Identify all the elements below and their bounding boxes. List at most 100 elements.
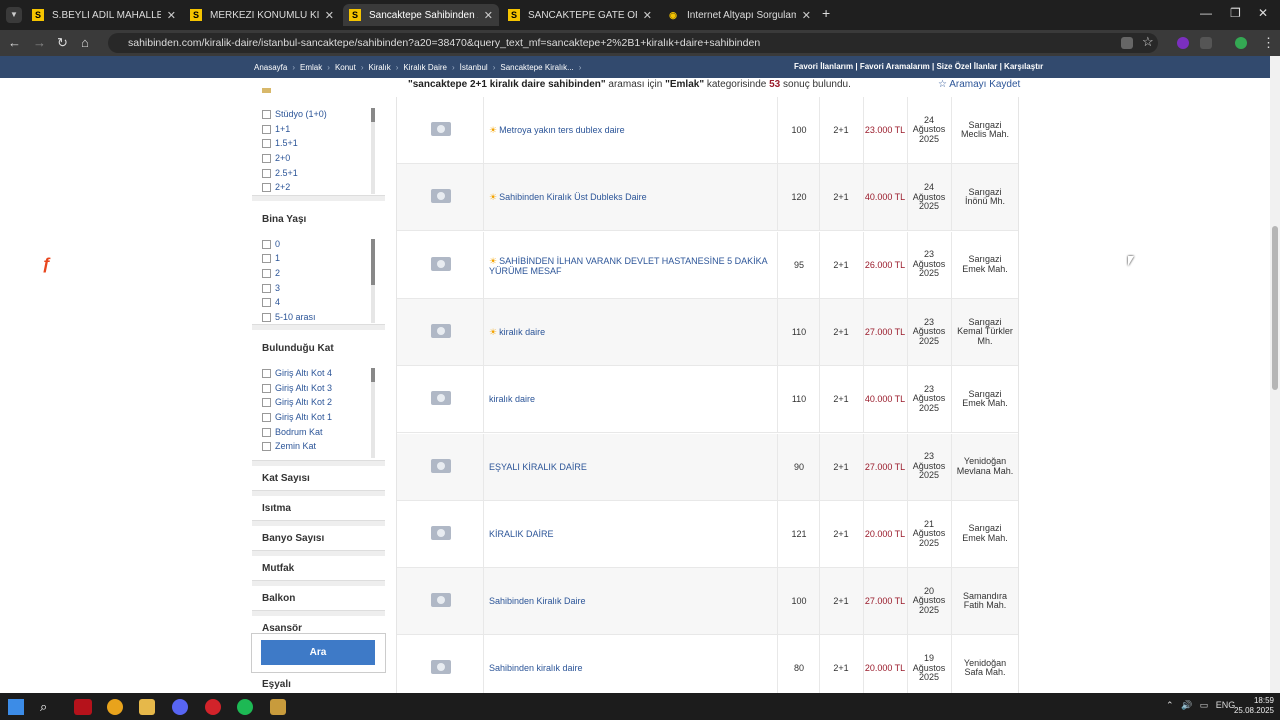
checkbox[interactable] [262,153,271,163]
checkbox[interactable] [262,182,271,192]
listing-title-link[interactable]: ☀ Sahibinden Kiralık Üst Dubleks Daire [489,192,774,202]
filter-section-collapsed[interactable]: Isıtma [252,496,385,521]
back-arrow-icon[interactable]: ← [8,35,21,50]
chrome-icon[interactable] [107,699,123,715]
filter-section-collapsed[interactable]: Eşyalı [252,676,385,693]
listing-title[interactable]: Sahibinden Kiralık Üst Dubleks Daire [499,192,647,202]
app-icon[interactable] [270,699,286,715]
close-tab-icon[interactable]: ✕ [167,9,176,22]
filter-scrollbar[interactable] [371,368,375,382]
listing-row[interactable]: Sahibinden kiralık daire 80 2+1 20.000 TL 19… [397,635,1018,693]
filter-option[interactable]: Zemin Kat [262,439,316,453]
filter-option[interactable]: 5-10 arası [262,310,316,324]
checkbox[interactable] [262,297,271,307]
listing-row[interactable]: kiralık daire 110 2+1 40.000 TL 23 Ağustos 202… [397,366,1018,434]
listing-title[interactable]: Sahibinden Kiralık Daire [489,596,586,606]
forward-arrow-icon[interactable]: → [33,35,46,50]
checkbox[interactable] [262,168,271,178]
checkbox[interactable] [262,109,271,119]
checkbox[interactable] [262,283,271,293]
app-icon[interactable] [205,699,221,715]
camera-icon[interactable] [431,391,451,406]
listing-title[interactable]: Sahibinden kiralık daire [489,663,583,673]
close-window-icon[interactable]: ✕ [1258,6,1268,20]
listing-title[interactable]: KİRALIK DAİRE [489,529,554,539]
listing-row[interactable]: ☀ SAHİBİNDEN İLHAN VARANK DEVLET HASTANES… [397,231,1018,299]
listing-title-link[interactable]: ☀ SAHİBİNDEN İLHAN VARANK DEVLET HASTANES… [489,256,774,276]
url-field[interactable]: sahibinden.com/kiralik-daire/istanbul-sa… [108,33,1158,53]
spotify-icon[interactable] [237,699,253,715]
page-scrollbar[interactable] [1270,56,1280,693]
camera-icon[interactable] [431,525,451,540]
user-top-links[interactable]: Favori İlanlarım | Favori Aramalarım | S… [794,62,1043,71]
tab-1[interactable]: S MERKEZİ KONUMLU KİRALIK 2 ✕ [184,4,340,26]
checkbox[interactable] [262,397,271,407]
listing-title-link[interactable]: EŞYALI KİRALIK DAİRE [489,462,774,472]
save-search-link[interactable]: ☆ Aramayı Kaydet [938,79,1020,90]
camera-icon[interactable] [431,458,451,473]
camera-icon[interactable] [431,122,451,136]
clock[interactable]: 18:59 25.08.2025 [1232,696,1274,716]
filter-option[interactable]: 2+2 [262,180,290,194]
checkbox[interactable] [262,368,271,378]
profile-avatar-icon[interactable] [1235,37,1247,49]
listing-title-link[interactable]: kiralık daire [489,394,774,404]
extension-icon[interactable] [1177,37,1189,49]
windows-start-icon[interactable] [8,699,24,715]
filter-section-collapsed[interactable]: Balkon [252,586,385,611]
filter-title[interactable]: Mutfak [262,563,294,574]
home-icon[interactable]: ⌂ [81,35,89,50]
listing-row[interactable]: ☀ Sahibinden Kiralık Üst Dubleks Daire 120… [397,164,1018,232]
system-tray[interactable]: ⌃ 🔊 ▭ ENG [1166,700,1235,711]
checkbox[interactable] [262,124,271,134]
checkbox[interactable] [262,383,271,393]
filter-option[interactable]: 2.5+1 [262,166,298,180]
filter-option[interactable]: Giriş Altı Kot 2 [262,395,332,409]
file-explorer-icon[interactable] [139,699,155,715]
checkbox[interactable] [262,268,271,278]
listing-row[interactable]: ☀ kiralık daire 110 2+1 27.000 TL 23 Ağustos 20… [397,298,1018,366]
filter-section-collapsed[interactable]: Mutfak [252,556,385,581]
listing-title[interactable]: EŞYALI KİRALIK DAİRE [489,462,587,472]
close-tab-icon[interactable]: ✕ [802,9,811,22]
listing-title[interactable]: kiralık daire [489,394,535,404]
breadcrumb-item[interactable]: Kiralık [369,63,391,72]
breadcrumb-item[interactable]: İstanbul [460,63,488,72]
discord-icon[interactable] [172,699,188,715]
filter-title[interactable]: Bina Yaşı [262,214,306,225]
breadcrumb-item[interactable]: Sancaktepe Kiralık... [500,63,573,72]
close-tab-icon[interactable]: ✕ [484,9,493,22]
checkbox[interactable] [262,441,271,451]
search-button[interactable]: Ara [261,640,375,665]
tab-3[interactable]: S SANCAKTEPE GATE OF ANATOL ✕ [502,4,658,26]
camera-icon[interactable] [431,660,451,675]
checkbox[interactable] [262,312,271,322]
password-key-icon[interactable] [1121,37,1133,49]
filter-title[interactable]: Kat Sayısı [262,473,310,484]
checkbox[interactable] [262,239,271,249]
filter-option[interactable]: 0 [262,237,280,251]
camera-icon[interactable] [431,323,451,338]
app-icon[interactable] [74,699,92,715]
filter-scrollbar[interactable] [371,108,375,122]
filter-option[interactable]: 1 [262,251,280,265]
camera-icon[interactable] [431,593,451,608]
filter-option[interactable]: 2 [262,266,280,280]
checkbox[interactable] [262,412,271,422]
listing-row[interactable]: EŞYALI KİRALIK DAİRE 90 2+1 27.000 TL 23 Ağus… [397,433,1018,501]
camera-icon[interactable] [431,189,451,204]
filter-title[interactable]: Isıtma [262,503,291,514]
page-scrollbar-thumb[interactable] [1272,226,1278,390]
listing-title-link[interactable]: KİRALIK DAİRE [489,529,774,539]
filter-option[interactable]: Bodrum Kat [262,425,323,439]
filter-option[interactable]: 1+1 [262,122,290,136]
tab-0[interactable]: S S.BEYLİ ADİL MAHALLESİ 2+1 K ✕ [26,4,182,26]
bookmark-star-icon[interactable]: ☆ [1142,34,1154,50]
checkbox[interactable] [262,138,271,148]
minimize-icon[interactable]: — [1200,6,1212,20]
filter-title[interactable]: Balkon [262,593,295,604]
search-icon[interactable]: ⌕ [40,699,56,715]
camera-icon[interactable] [431,256,451,271]
breadcrumb-item[interactable]: Anasayfa [254,63,287,72]
breadcrumb-item[interactable]: Konut [335,63,356,72]
